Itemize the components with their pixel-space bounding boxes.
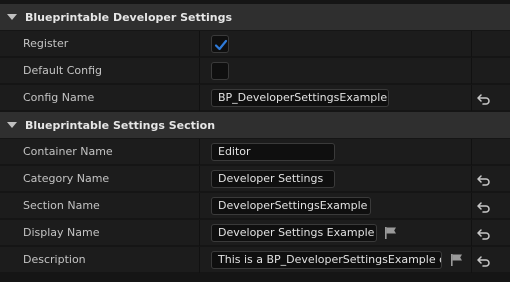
property-label: Default Config: [23, 64, 102, 77]
collapse-arrow-icon[interactable]: [7, 122, 17, 128]
column-divider: [471, 193, 472, 219]
column-divider: [471, 58, 472, 84]
reset-to-default-icon[interactable]: [477, 93, 491, 105]
section-name-input[interactable]: DeveloperSettingsExample: [211, 197, 371, 215]
property-row-default-config: Default Config: [0, 58, 510, 84]
property-label: Category Name: [23, 172, 110, 185]
details-panel: Blueprintable Developer Settings Registe…: [0, 0, 510, 282]
config-name-input[interactable]: BP_DeveloperSettingsExample: [211, 89, 389, 107]
property-label: Description: [23, 253, 86, 266]
category-name-input[interactable]: Developer Settings: [211, 170, 335, 188]
column-divider: [471, 166, 472, 192]
description-input[interactable]: This is a BP_DeveloperSettingsExample c: [211, 251, 442, 269]
section-header-settings-section[interactable]: Blueprintable Settings Section: [0, 112, 510, 138]
section-header-developer-settings[interactable]: Blueprintable Developer Settings: [0, 4, 510, 30]
section-title: Blueprintable Settings Section: [25, 118, 216, 132]
localization-flag-icon[interactable]: [450, 253, 464, 267]
property-row-container-name: Container Name Editor: [0, 139, 510, 165]
column-divider[interactable]: [199, 220, 200, 246]
collapse-arrow-icon[interactable]: [7, 14, 17, 20]
property-label: Section Name: [23, 199, 100, 212]
checkmark-icon: [214, 39, 228, 51]
column-divider[interactable]: [199, 247, 200, 273]
column-divider: [471, 85, 472, 111]
property-label: Container Name: [23, 145, 113, 158]
property-row-description: Description This is a BP_DeveloperSettin…: [0, 247, 510, 273]
property-label: Display Name: [23, 226, 100, 239]
property-row-section-name: Section Name DeveloperSettingsExample: [0, 193, 510, 219]
property-row-register: Register: [0, 31, 510, 57]
property-row-config-name: Config Name BP_DeveloperSettingsExample: [0, 85, 510, 111]
column-divider[interactable]: [199, 193, 200, 219]
reset-to-default-icon[interactable]: [477, 228, 491, 240]
property-row-display-name: Display Name Developer Settings Example: [0, 220, 510, 246]
column-divider[interactable]: [199, 139, 200, 165]
container-name-input[interactable]: Editor: [211, 143, 335, 161]
section-title: Blueprintable Developer Settings: [25, 10, 233, 24]
display-name-input[interactable]: Developer Settings Example: [211, 224, 377, 242]
reset-to-default-icon[interactable]: [477, 255, 491, 267]
reset-to-default-icon[interactable]: [477, 201, 491, 213]
column-divider[interactable]: [199, 31, 200, 57]
property-row-category-name: Category Name Developer Settings: [0, 166, 510, 192]
column-divider: [471, 31, 472, 57]
reset-to-default-icon[interactable]: [477, 174, 491, 186]
property-label: Register: [23, 37, 69, 50]
column-divider: [471, 220, 472, 246]
column-divider[interactable]: [199, 166, 200, 192]
default-config-checkbox[interactable]: [211, 62, 229, 80]
localization-flag-icon[interactable]: [384, 226, 398, 240]
property-label: Config Name: [23, 91, 95, 104]
column-divider: [471, 139, 472, 165]
column-divider[interactable]: [199, 58, 200, 84]
register-checkbox[interactable]: [211, 35, 229, 53]
column-divider: [471, 247, 472, 273]
column-divider[interactable]: [199, 85, 200, 111]
